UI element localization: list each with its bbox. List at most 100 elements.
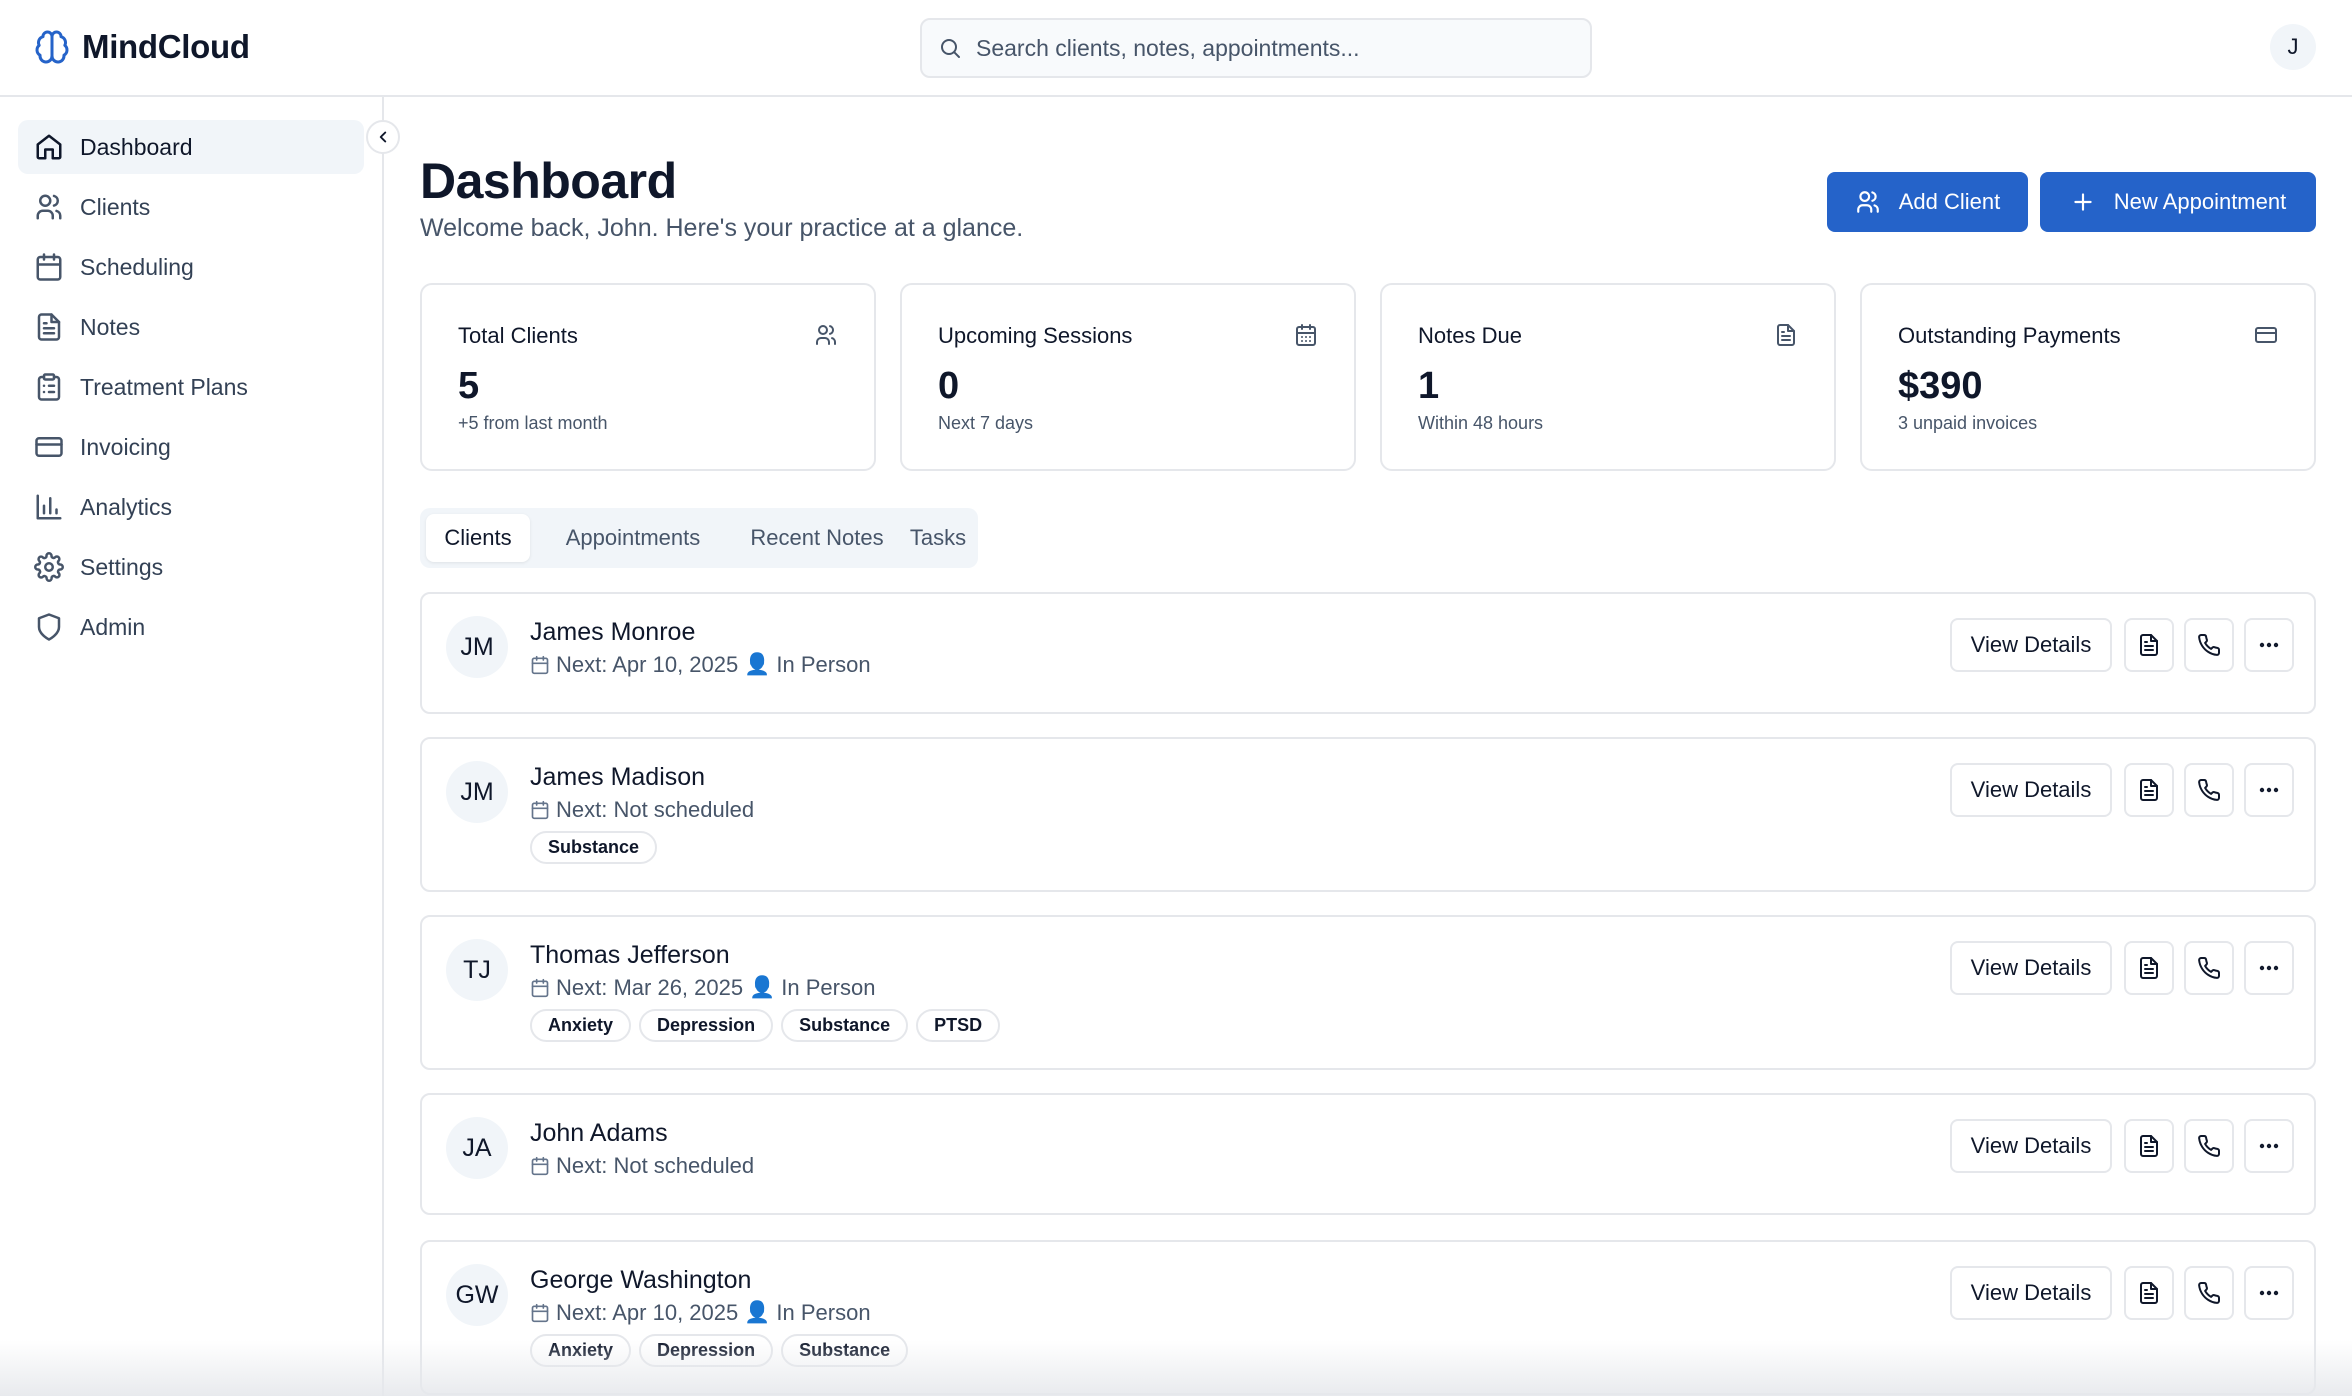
view-details-button[interactable]: View Details [1950, 1266, 2112, 1320]
sidebar-item-label: Invoicing [80, 433, 171, 460]
sidebar: Dashboard Clients Scheduling Notes Treat… [0, 97, 384, 1396]
call-button[interactable] [2184, 618, 2234, 672]
client-card[interactable]: JA John Adams Next: Not scheduled View Deta… [420, 1093, 2316, 1215]
calendar-icon [1296, 324, 1316, 346]
call-button[interactable] [2184, 941, 2234, 995]
tab-appointments[interactable]: Appointments [536, 514, 730, 562]
sidebar-item-label: Notes [80, 313, 141, 340]
stat-card-outstanding-payments: Outstanding Payments $390 3 unpaid invoi… [1860, 283, 2316, 471]
client-card[interactable]: TJ Thomas Jefferson Next: Mar 26, 2025 👤 In … [420, 915, 2316, 1070]
calendar-icon [531, 978, 549, 998]
add-client-button[interactable]: Add Client [1827, 172, 2028, 232]
sidebar-item-label: Dashboard [80, 133, 193, 160]
phone-icon [2198, 634, 2221, 656]
sidebar-item-analytics[interactable]: Analytics [18, 480, 364, 534]
phone-icon [2198, 1282, 2221, 1304]
sidebar-item-label: Admin [80, 613, 146, 640]
client-card[interactable]: GW George Washington Next: Apr 10, 2025 👤 In… [420, 1240, 2316, 1395]
notes-button[interactable] [2124, 763, 2174, 817]
credit-card-icon [35, 437, 63, 457]
sidebar-item-admin[interactable]: Admin [18, 600, 364, 654]
sidebar-item-settings[interactable]: Settings [18, 540, 364, 594]
notes-button[interactable] [2124, 1119, 2174, 1173]
top-header: MindCloud J [0, 0, 2352, 97]
new-appointment-button[interactable]: New Appointment [2040, 172, 2316, 232]
file-text-icon [2140, 779, 2158, 801]
calendar-icon [531, 800, 549, 820]
client-tag: Substance [530, 831, 658, 864]
phone-icon [2198, 779, 2221, 801]
stat-label: Notes Due [1418, 323, 1522, 348]
search-bar[interactable] [920, 18, 1592, 78]
stat-card-total-clients: Total Clients 5 +5 from last month [420, 283, 876, 471]
client-name[interactable]: John Adams [530, 1119, 668, 1148]
chevron-left-icon [379, 131, 387, 143]
users-icon [1856, 191, 1879, 213]
search-input[interactable] [976, 34, 1576, 62]
app-logo[interactable]: MindCloud [34, 28, 250, 66]
sidebar-item-dashboard[interactable]: Dashboard [18, 120, 364, 174]
client-name[interactable]: James Monroe [530, 618, 695, 647]
clipboard-icon [37, 373, 61, 401]
call-button[interactable] [2184, 1119, 2234, 1173]
app-name: MindCloud [82, 28, 250, 65]
sidebar-item-label: Settings [80, 553, 164, 580]
more-options-button[interactable] [2244, 1266, 2294, 1320]
sidebar-item-label: Treatment Plans [80, 373, 248, 400]
shield-icon [37, 613, 61, 641]
notes-button[interactable] [2124, 941, 2174, 995]
sidebar-item-invoicing[interactable]: Invoicing [18, 420, 364, 474]
sidebar-item-notes[interactable]: Notes [18, 300, 364, 354]
stat-label: Total Clients [458, 323, 578, 348]
view-details-button[interactable]: View Details [1950, 941, 2112, 995]
call-button[interactable] [2184, 1266, 2234, 1320]
sidebar-collapse-button[interactable] [366, 120, 400, 154]
client-avatar: JM [446, 616, 508, 678]
session-mode: In Person [776, 1300, 871, 1325]
sidebar-item-treatment-plans[interactable]: Treatment Plans [18, 360, 364, 414]
client-tag: Substance [781, 1009, 909, 1042]
stat-subtext: +5 from last month [458, 413, 608, 433]
notes-button[interactable] [2124, 618, 2174, 672]
session-mode: In Person [781, 975, 876, 1000]
sidebar-item-scheduling[interactable]: Scheduling [18, 240, 364, 294]
home-icon [36, 134, 62, 160]
more-horizontal-icon [2259, 1290, 2279, 1296]
calendar-icon [531, 1303, 549, 1323]
sidebar-item-clients[interactable]: Clients [18, 180, 364, 234]
client-card[interactable]: JM James Monroe Next: Apr 10, 2025 👤 In Pers… [420, 592, 2316, 714]
file-text-icon [37, 313, 61, 341]
more-options-button[interactable] [2244, 763, 2294, 817]
file-text-icon [2140, 957, 2158, 979]
user-avatar[interactable]: J [2270, 24, 2316, 70]
more-options-button[interactable] [2244, 618, 2294, 672]
more-options-button[interactable] [2244, 941, 2294, 995]
more-options-button[interactable] [2244, 1119, 2294, 1173]
add-client-label: Add Client [1898, 189, 2001, 214]
client-name[interactable]: Thomas Jefferson [530, 941, 730, 970]
view-details-button[interactable]: View Details [1950, 763, 2112, 817]
client-avatar: GW [446, 1264, 508, 1326]
client-tags: Anxiety Depression Substance PTSD [530, 1009, 1001, 1042]
tab-clients[interactable]: Clients [426, 514, 530, 562]
stat-card-upcoming-sessions: Upcoming Sessions 0 Next 7 days [900, 283, 1356, 471]
call-button[interactable] [2184, 763, 2234, 817]
client-card[interactable]: JM James Madison Next: Not scheduled Substa… [420, 737, 2316, 892]
client-tag: Substance [781, 1334, 909, 1367]
stat-label: Upcoming Sessions [938, 323, 1133, 348]
person-icon: 👤 [749, 976, 776, 999]
tab-recent-notes[interactable]: Recent Notes [732, 514, 902, 562]
client-tag: Anxiety [530, 1334, 632, 1367]
view-details-button[interactable]: View Details [1950, 618, 2112, 672]
client-name[interactable]: James Madison [530, 763, 705, 792]
client-name[interactable]: George Washington [530, 1266, 751, 1295]
calendar-icon [531, 655, 549, 675]
notes-button[interactable] [2124, 1266, 2174, 1320]
client-avatar: JM [446, 761, 508, 823]
stat-subtext: Next 7 days [938, 413, 1034, 433]
client-next-appointment: Next: Apr 10, 2025 👤 In Person [530, 652, 871, 678]
view-details-button[interactable]: View Details [1950, 1119, 2112, 1173]
client-tag: Anxiety [530, 1009, 632, 1042]
client-tag: PTSD [916, 1009, 1001, 1042]
tab-tasks[interactable]: Tasks [904, 514, 972, 562]
